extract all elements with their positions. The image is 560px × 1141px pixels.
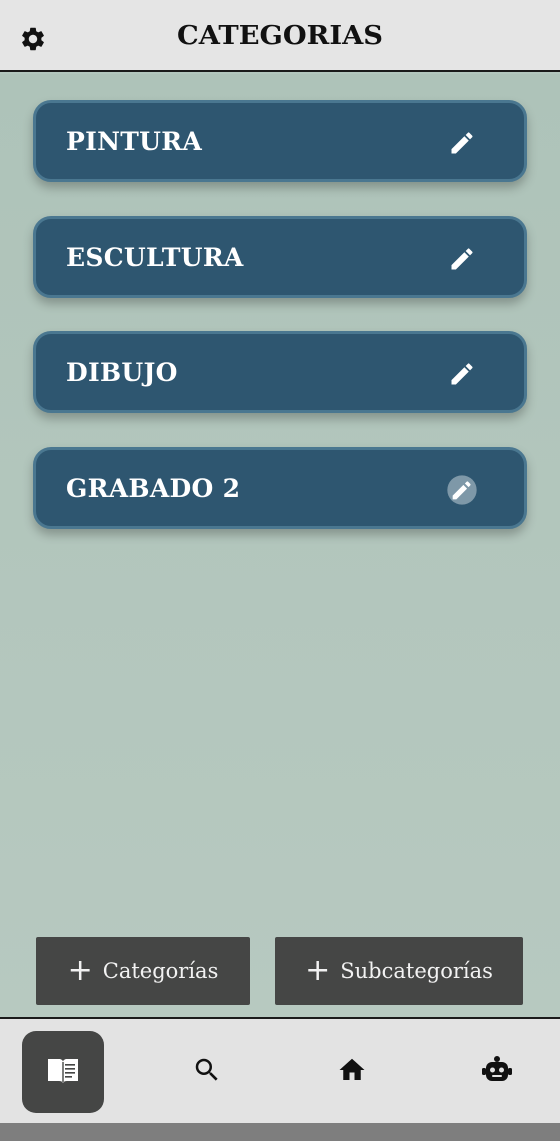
pencil-icon[interactable]	[446, 474, 478, 506]
add-category-label: Categorías	[102, 959, 219, 983]
plus-icon: +	[305, 953, 331, 988]
page-title: CATEGORIAS	[177, 21, 383, 51]
pencil-icon[interactable]	[446, 243, 478, 275]
add-subcategory-button[interactable]: + Subcategorías	[275, 937, 523, 1005]
book-icon	[46, 1055, 80, 1089]
home-icon	[337, 1055, 367, 1089]
pencil-icon[interactable]	[446, 127, 478, 159]
robot-icon	[481, 1055, 513, 1089]
nav-categories[interactable]	[22, 1031, 104, 1113]
add-subcategory-label: Subcategorías	[340, 959, 493, 983]
category-label: DIBUJO	[66, 358, 178, 387]
bottom-navigation	[0, 1017, 560, 1123]
search-icon	[192, 1055, 222, 1089]
nav-search[interactable]	[166, 1031, 248, 1113]
category-label: ESCULTURA	[66, 243, 244, 272]
nav-home[interactable]	[311, 1031, 393, 1113]
nav-assistant[interactable]	[456, 1031, 538, 1113]
add-category-button[interactable]: + Categorías	[36, 937, 250, 1005]
top-app-bar: CATEGORIAS	[0, 0, 560, 72]
pencil-icon[interactable]	[446, 358, 478, 390]
category-card-dibujo[interactable]: DIBUJO	[33, 331, 527, 413]
category-label: GRABADO 2	[66, 474, 241, 503]
system-navigation-bar	[0, 1123, 560, 1141]
category-card-grabado-2[interactable]: GRABADO 2	[33, 447, 527, 529]
category-card-pintura[interactable]: PINTURA	[33, 100, 527, 182]
categories-list-area: PINTURA ESCULTURA DIBUJO GRABADO 2	[0, 74, 560, 1017]
category-card-escultura[interactable]: ESCULTURA	[33, 216, 527, 298]
category-label: PINTURA	[66, 127, 203, 156]
plus-icon: +	[67, 953, 93, 988]
